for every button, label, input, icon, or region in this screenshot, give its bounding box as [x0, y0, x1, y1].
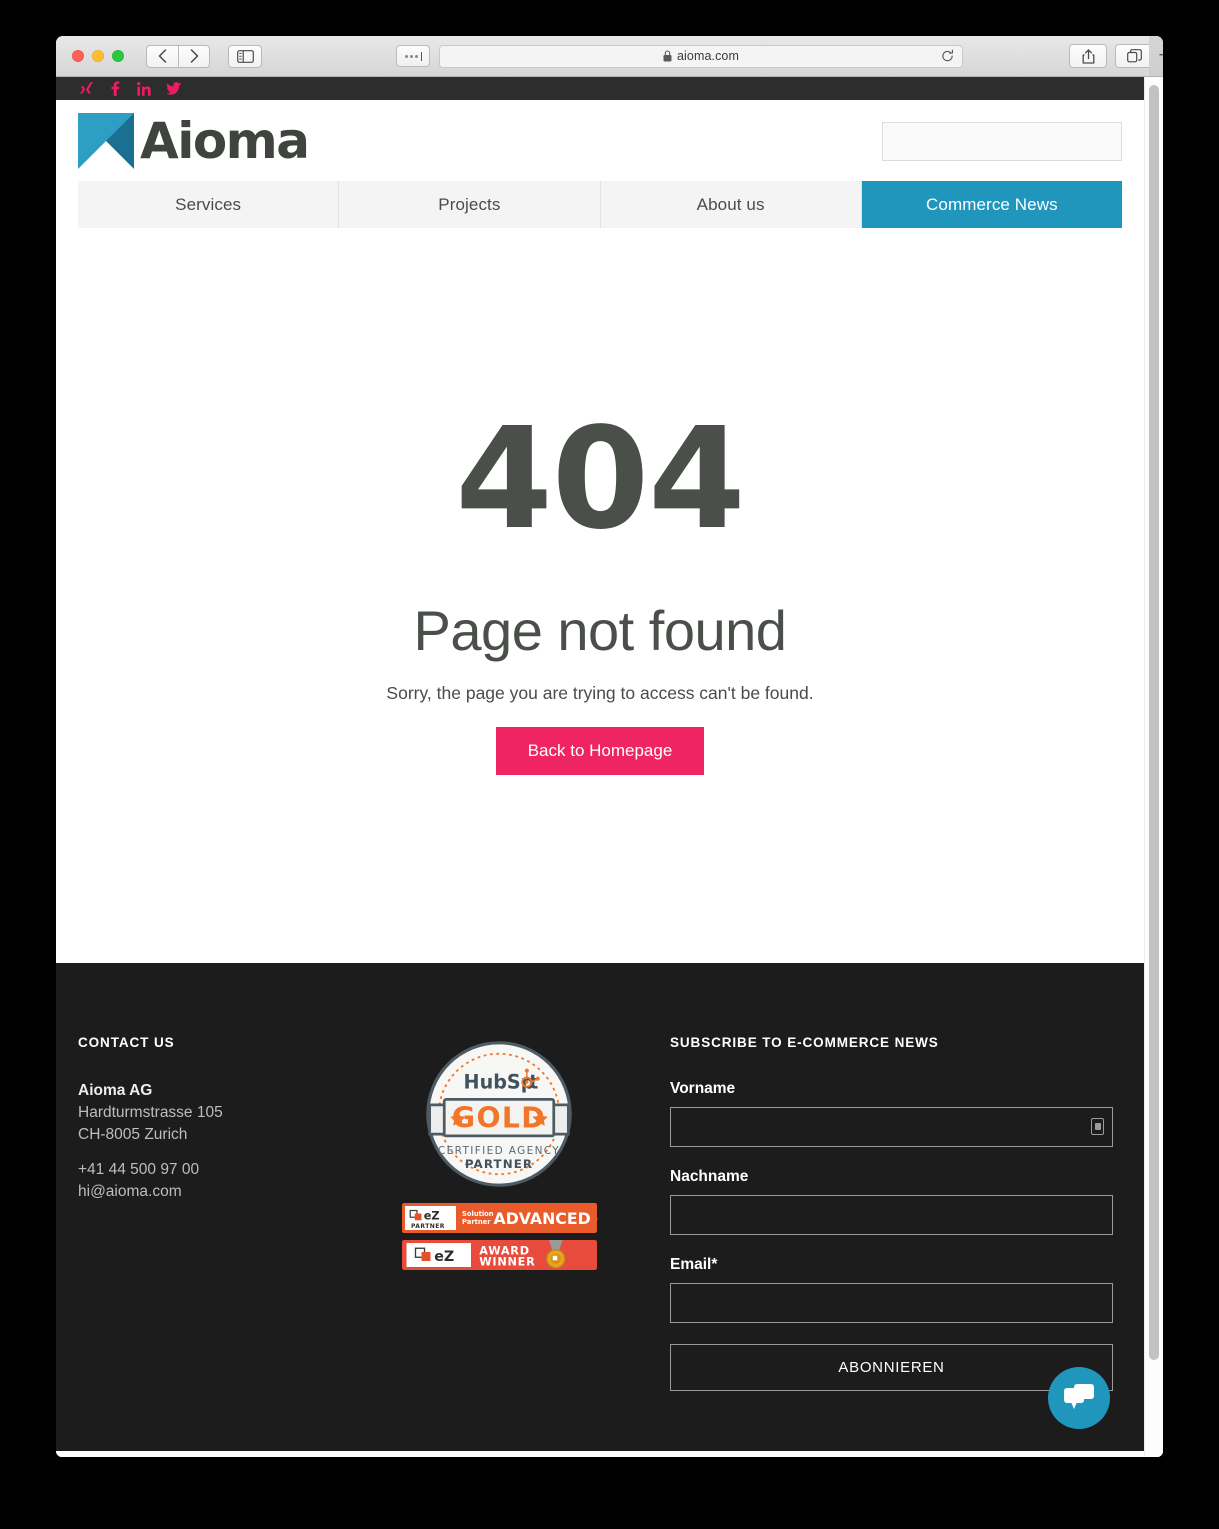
- company-email[interactable]: hi@aioma.com: [78, 1181, 363, 1203]
- url-text: aioma.com: [676, 49, 740, 63]
- page-scrollbar-thumb[interactable]: [1149, 85, 1159, 1360]
- facebook-icon[interactable]: [107, 81, 123, 97]
- ez-pre1-text: Solution: [462, 1210, 494, 1218]
- xing-icon[interactable]: [78, 81, 94, 97]
- facebook-glyph: [111, 81, 119, 96]
- ellipsis-dot: [409, 54, 413, 58]
- twitter-icon[interactable]: [165, 81, 181, 97]
- back-to-homepage-button[interactable]: Back to Homepage: [495, 726, 705, 775]
- company-street: Hardturmstrasse 105: [78, 1103, 223, 1121]
- back-button[interactable]: [146, 44, 178, 68]
- logo-wordmark: Aioma: [140, 111, 310, 170]
- site-header: Aioma: [56, 100, 1144, 181]
- vorname-label: Vorname: [670, 1079, 736, 1097]
- footer-contact-column: CONTACT US Aioma AG Hardturmstrasse 105 …: [78, 1035, 363, 1391]
- main-navigation: Services Projects About us Commerce News: [78, 181, 1122, 228]
- window-traffic-lights: [72, 50, 124, 62]
- toolbar-right-tools: +: [1069, 36, 1163, 76]
- minimize-window-button[interactable]: [92, 50, 104, 62]
- chevron-left-icon: [158, 49, 167, 63]
- subscribe-button[interactable]: ABONNIEREN: [670, 1343, 1113, 1391]
- autofill-contact-icon[interactable]: [1091, 1117, 1104, 1135]
- company-name: Aioma AG: [78, 1081, 153, 1099]
- text-caret: [420, 51, 422, 61]
- web-page: Aioma Services Projects About us Commerc…: [56, 77, 1144, 1451]
- forward-button[interactable]: [178, 44, 210, 68]
- hubspot-tier-text: GOLD: [452, 1101, 546, 1134]
- vorname-input[interactable]: [670, 1106, 1113, 1147]
- navigation-buttons: [146, 44, 210, 68]
- twitter-glyph: [165, 82, 181, 95]
- browser-window: aioma.com Aioma Services Projects About …: [56, 36, 1163, 1457]
- nav-item-services[interactable]: Services: [78, 181, 340, 228]
- sidebar-toggle-icon: [236, 49, 254, 63]
- page-scrollbar-track[interactable]: [1144, 77, 1163, 1457]
- chat-widget-button[interactable]: [1048, 1366, 1110, 1429]
- ez-award-winner-badge: eZ AWARD WINNER: [401, 1239, 597, 1270]
- address-bar-area: aioma.com: [396, 44, 963, 68]
- ez-solution-partner-advanced-badge: eZ PARTNER Solution Partner ADVANCED +: [401, 1202, 598, 1233]
- ellipsis-dot: [404, 54, 408, 58]
- new-tab-button[interactable]: +: [1149, 36, 1163, 76]
- search-input[interactable]: [882, 122, 1122, 161]
- hubspot-line1-text: CERTIFIED AGENCY: [438, 1145, 560, 1157]
- nachname-input[interactable]: [670, 1194, 1113, 1235]
- address-bar[interactable]: aioma.com: [439, 44, 963, 68]
- svg-text:eZ: eZ: [434, 1249, 454, 1265]
- hubspot-gold-partner-badge: HubSp t GOLD CERTIFIED AGENCY PARTNER: [426, 1041, 572, 1187]
- nav-item-commerce-news[interactable]: Commerce News: [861, 181, 1122, 228]
- linkedin-glyph: [137, 81, 151, 96]
- aioma-logo-icon: [78, 112, 134, 169]
- extensions-button[interactable]: [396, 45, 430, 67]
- company-phone[interactable]: +41 44 500 97 00: [78, 1159, 363, 1181]
- page-viewport: Aioma Services Projects About us Commerc…: [56, 77, 1163, 1457]
- nachname-label: Nachname: [670, 1167, 749, 1185]
- error-page-content: 404 Page not found Sorry, the page you a…: [56, 228, 1144, 963]
- email-label: Email*: [670, 1255, 718, 1273]
- close-window-button[interactable]: [72, 50, 84, 62]
- ez-award-line2: WINNER: [479, 1255, 535, 1268]
- site-footer: CONTACT US Aioma AG Hardturmstrasse 105 …: [56, 962, 1144, 1451]
- chat-bubble-icon: [1064, 1383, 1094, 1409]
- nav-item-about-us[interactable]: About us: [600, 181, 862, 228]
- xing-glyph: [79, 81, 93, 94]
- svg-text:eZ: eZ: [423, 1209, 439, 1222]
- email-input[interactable]: [670, 1282, 1113, 1323]
- social-topbar: [56, 77, 1144, 100]
- error-description: Sorry, the page you are trying to access…: [386, 682, 814, 703]
- svg-text:PARTNER: PARTNER: [411, 1223, 445, 1230]
- hubspot-brand-text: HubSp: [464, 1070, 535, 1093]
- ez-pre2-text: Partner: [462, 1218, 491, 1226]
- vorname-field-wrap: [670, 1106, 1113, 1147]
- reload-icon[interactable]: [941, 49, 954, 63]
- lock-icon: [663, 50, 672, 62]
- ellipsis-dot: [414, 54, 418, 58]
- site-logo[interactable]: Aioma: [78, 111, 310, 170]
- maximize-window-button[interactable]: [112, 50, 124, 62]
- linkedin-icon[interactable]: [136, 81, 152, 97]
- page-title: Page not found: [413, 599, 787, 662]
- contact-us-heading: CONTACT US: [78, 1034, 175, 1050]
- address-bar-content: aioma.com: [663, 49, 739, 63]
- sidebar-toggle-button[interactable]: [228, 44, 262, 68]
- ez-advanced-text: ADVANCED +: [493, 1209, 598, 1228]
- company-city: CH-8005 Zurich: [78, 1125, 188, 1143]
- subscribe-heading: SUBSCRIBE TO E-COMMERCE NEWS: [670, 1034, 939, 1050]
- footer-subscribe-column: SUBSCRIBE TO E-COMMERCE NEWS Vorname Nac…: [635, 1035, 1122, 1391]
- browser-toolbar: aioma.com: [56, 36, 1163, 77]
- footer-badges-column: HubSp t GOLD CERTIFIED AGENCY PARTNER eZ…: [363, 1035, 635, 1391]
- error-code: 404: [455, 398, 745, 561]
- share-button[interactable]: [1069, 44, 1107, 68]
- chevron-right-icon: [190, 49, 198, 63]
- nav-item-projects[interactable]: Projects: [339, 181, 601, 228]
- hubspot-line2-text: PARTNER: [465, 1157, 533, 1171]
- autofill-glyph: [1094, 1122, 1101, 1130]
- tab-overview-button[interactable]: [1115, 44, 1153, 68]
- share-icon: [1082, 48, 1094, 64]
- tab-overview-icon: [1126, 49, 1142, 63]
